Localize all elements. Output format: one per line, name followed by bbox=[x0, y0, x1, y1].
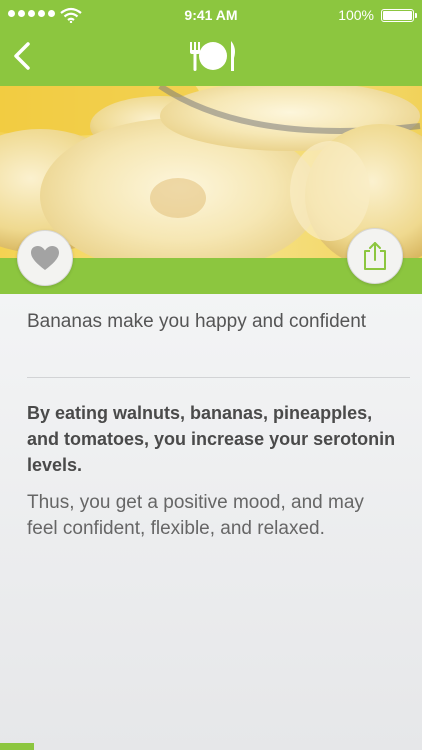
tip-highlight: By eating walnuts, bananas, pineapples, … bbox=[27, 403, 396, 475]
tip-content: Bananas make you happy and confident By … bbox=[0, 294, 422, 750]
tip-body: Thus, you get a positive mood, and may f… bbox=[27, 492, 364, 539]
share-icon bbox=[364, 242, 386, 270]
battery-icon bbox=[381, 9, 417, 22]
tip-title: Bananas make you happy and confident bbox=[27, 311, 367, 332]
share-button[interactable] bbox=[347, 228, 403, 284]
battery-percentage: 100% bbox=[338, 7, 374, 23]
reading-progress-bar bbox=[0, 743, 422, 750]
status-bar: 9:41 AM 100% bbox=[0, 0, 422, 30]
chevron-left-icon[interactable] bbox=[6, 38, 42, 74]
like-button[interactable] bbox=[17, 230, 73, 286]
reading-progress-fill bbox=[0, 743, 34, 750]
header-bar: 9:41 AM 100% bbox=[0, 0, 422, 86]
fork-plate-knife-icon bbox=[190, 41, 235, 71]
divider bbox=[27, 377, 410, 378]
heart-icon bbox=[31, 246, 59, 270]
